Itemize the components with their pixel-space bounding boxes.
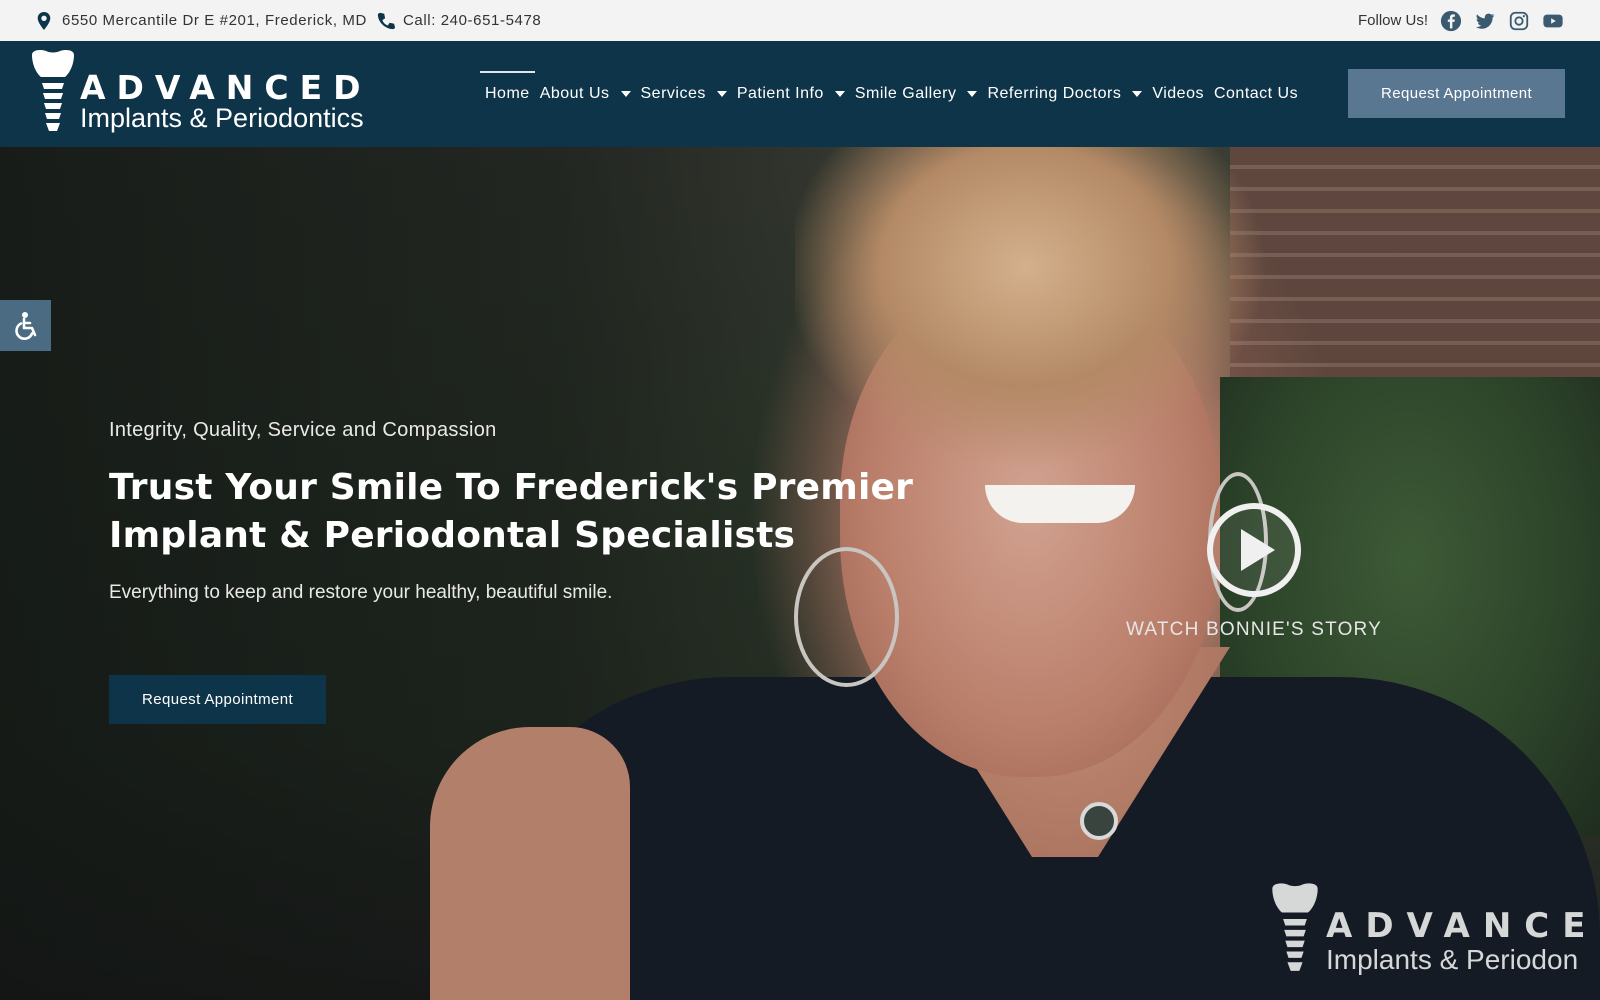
watermark-text-subtitle: Implants & Periodon xyxy=(1326,944,1579,975)
watermark-text-advanced: ADVANCE xyxy=(1326,906,1599,946)
site-logo[interactable]: ADVANCED Implants & Periodontics xyxy=(28,49,378,141)
chevron-down-icon xyxy=(1132,91,1143,97)
hero-photo-arm xyxy=(430,727,630,1000)
address-text: 6550 Mercantile Dr E #201, Frederick, MD xyxy=(62,12,367,29)
top-bar: 6550 Mercantile Dr E #201, Frederick, MD… xyxy=(0,0,1600,41)
main-header: ADVANCED Implants & Periodontics Home Ab… xyxy=(0,41,1600,147)
nav-smile-gallery-label: Smile Gallery xyxy=(854,85,957,102)
nav-home-label: Home xyxy=(485,85,530,102)
nav-about-us-label: About Us xyxy=(539,85,610,102)
phone-icon xyxy=(377,12,395,30)
chevron-down-icon xyxy=(834,91,845,97)
nav-contact-us-label: Contact Us xyxy=(1213,85,1299,102)
chevron-down-icon xyxy=(716,91,727,97)
nav-smile-gallery[interactable]: Smile Gallery xyxy=(850,41,983,147)
nav-videos[interactable]: Videos xyxy=(1147,41,1209,147)
map-pin-icon xyxy=(36,11,52,30)
hero-photo-pendant xyxy=(1080,802,1118,840)
hero-background-wall xyxy=(1230,147,1600,407)
request-appointment-header-button[interactable]: Request Appointment xyxy=(1348,69,1565,118)
nav-patient-info-label: Patient Info xyxy=(736,85,824,102)
chevron-down-icon xyxy=(620,91,631,97)
nav-videos-label: Videos xyxy=(1152,85,1204,102)
nav-about-us[interactable]: About Us xyxy=(535,41,636,147)
hero-text-block: Integrity, Quality, Service and Compassi… xyxy=(109,419,989,604)
social-links: Follow Us! xyxy=(1358,10,1564,32)
hero-headline-line2: Implant & Periodontal Specialists xyxy=(109,515,796,556)
hero-subtext: Everything to keep and restore your heal… xyxy=(109,582,613,603)
hero-photo-smile xyxy=(985,485,1135,523)
twitter-icon[interactable] xyxy=(1474,10,1496,32)
nav-services-label: Services xyxy=(640,85,706,102)
nav-contact-us[interactable]: Contact Us xyxy=(1209,41,1303,147)
nav-referring-doctors-label: Referring Doctors xyxy=(987,85,1122,102)
instagram-icon[interactable] xyxy=(1508,10,1530,32)
hero-tagline: Integrity, Quality, Service and Compassi… xyxy=(109,419,497,441)
main-nav: Home About Us Services Patient Info Smil… xyxy=(480,41,1303,147)
phone-link[interactable]: Call: 240-651-5478 xyxy=(403,12,541,29)
contact-info: 6550 Mercantile Dr E #201, Frederick, MD… xyxy=(36,11,551,30)
follow-label: Follow Us! xyxy=(1357,12,1428,29)
hero-headline-line1: Trust Your Smile To Frederick's Premier xyxy=(109,467,914,508)
logo-text-advanced: ADVANCED xyxy=(80,68,372,107)
youtube-icon[interactable] xyxy=(1542,10,1564,32)
nav-services[interactable]: Services xyxy=(636,41,732,147)
nav-referring-doctors[interactable]: Referring Doctors xyxy=(982,41,1147,147)
facebook-icon[interactable] xyxy=(1440,10,1462,32)
nav-home[interactable]: Home xyxy=(480,41,535,147)
play-video-icon[interactable] xyxy=(1205,501,1303,599)
watch-video-link[interactable]: WATCH BONNIE'S STORY xyxy=(1115,619,1393,641)
accessibility-button[interactable] xyxy=(0,300,51,351)
hero-headline: Trust Your Smile To Frederick's Premier … xyxy=(109,464,989,560)
nav-patient-info[interactable]: Patient Info xyxy=(732,41,850,147)
wheelchair-icon xyxy=(14,311,36,340)
hero-section: Integrity, Quality, Service and Compassi… xyxy=(0,147,1600,1000)
logo-text-subtitle: Implants & Periodontics xyxy=(80,103,364,133)
chevron-down-icon xyxy=(967,91,978,97)
request-appointment-hero-button[interactable]: Request Appointment xyxy=(109,675,326,724)
tooth-implant-icon xyxy=(32,50,74,131)
video-watermark-logo: ADVANCE Implants & Periodon xyxy=(1268,882,1600,1000)
tooth-implant-icon xyxy=(1272,883,1318,971)
